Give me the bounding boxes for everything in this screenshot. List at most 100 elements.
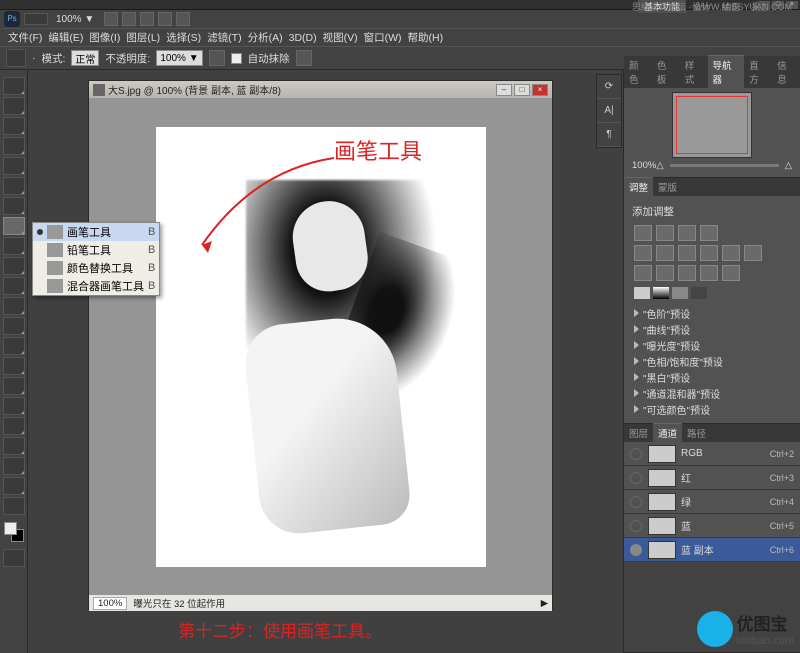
path-select-tool[interactable]: [3, 397, 25, 415]
menu-layer[interactable]: 图层(L): [124, 30, 162, 45]
tab-mask[interactable]: 蒙版: [653, 178, 682, 196]
flyout-item-pencil[interactable]: 铅笔工具 B: [33, 241, 159, 259]
doc-close-icon[interactable]: ×: [532, 84, 548, 96]
document-titlebar[interactable]: 大S.jpg @ 100% (背景 副本, 蓝 副本/8) – □ ×: [89, 81, 552, 98]
nav-zoom-slider[interactable]: [670, 164, 779, 167]
history-panel-icon[interactable]: ⟳: [597, 75, 621, 99]
zoom-icon[interactable]: [122, 12, 136, 26]
pressure-opacity-icon[interactable]: [209, 50, 225, 66]
app-logo-icon[interactable]: Ps: [4, 11, 20, 27]
adj-vibrance-icon[interactable]: [634, 245, 652, 261]
flyout-item-brush[interactable]: 画笔工具 B: [33, 223, 159, 241]
adj-selective-icon[interactable]: [722, 265, 740, 281]
adj-mixer-icon[interactable]: [744, 245, 762, 261]
flyout-item-color-replace[interactable]: 颜色替换工具 B: [33, 259, 159, 277]
autoerase-checkbox[interactable]: [231, 53, 242, 64]
wand-tool[interactable]: [3, 137, 25, 155]
pen-tool[interactable]: [3, 357, 25, 375]
opacity-dropdown[interactable]: 100% ▼: [156, 50, 202, 66]
tab-layers[interactable]: 图层: [624, 424, 653, 442]
visibility-icon[interactable]: [630, 520, 642, 532]
marquee-tool[interactable]: [3, 97, 25, 115]
adj-hue-icon[interactable]: [656, 245, 674, 261]
tab-swatch[interactable]: 色板: [652, 56, 680, 88]
nav-zoom-value[interactable]: 100%: [632, 160, 656, 171]
adj-brightness-icon[interactable]: [634, 225, 652, 241]
tab-style[interactable]: 样式: [680, 56, 708, 88]
gradient-tool[interactable]: [3, 297, 25, 315]
navigator-thumbnail[interactable]: [672, 92, 752, 158]
preset-selective[interactable]: "可选颜色"预设: [628, 401, 796, 417]
visibility-icon[interactable]: [630, 496, 642, 508]
adj-bw-icon[interactable]: [700, 245, 718, 261]
channel-row[interactable]: 蓝 Ctrl+5: [624, 514, 800, 538]
tab-info[interactable]: 信息: [772, 56, 800, 88]
preset-levels[interactable]: "色阶"预设: [628, 305, 796, 321]
menu-analysis[interactable]: 分析(A): [246, 30, 285, 45]
pressure-size-icon[interactable]: [296, 50, 312, 66]
stamp-tool[interactable]: [3, 237, 25, 255]
lasso-tool[interactable]: [3, 117, 25, 135]
tab-navigator[interactable]: 导航器: [708, 55, 745, 88]
hand-icon[interactable]: [104, 12, 118, 26]
rotate-icon[interactable]: [140, 12, 154, 26]
adj-balance-icon[interactable]: [678, 245, 696, 261]
move-tool[interactable]: [3, 77, 25, 95]
3d-tool[interactable]: [3, 437, 25, 455]
menu-window[interactable]: 窗口(W): [362, 30, 404, 45]
character-panel-icon[interactable]: A|: [597, 99, 621, 123]
menu-select[interactable]: 选择(S): [164, 30, 203, 45]
doc-minimize-icon[interactable]: –: [496, 84, 512, 96]
mode-dropdown[interactable]: 正常: [71, 50, 99, 66]
grad-preset-icon[interactable]: [653, 287, 669, 299]
menu-edit[interactable]: 编辑(E): [46, 30, 85, 45]
tab-histogram[interactable]: 直方: [744, 56, 772, 88]
adj-gradient-icon[interactable]: [700, 265, 718, 281]
channel-row[interactable]: 绿 Ctrl+4: [624, 490, 800, 514]
adj-levels-icon[interactable]: [656, 225, 674, 241]
doc-maximize-icon[interactable]: □: [514, 84, 530, 96]
healing-tool[interactable]: [3, 197, 25, 215]
paragraph-panel-icon[interactable]: ¶: [597, 123, 621, 147]
zoom-tool[interactable]: [3, 497, 25, 515]
status-zoom[interactable]: 100%: [93, 597, 127, 610]
zoom-level[interactable]: 100% ▼: [56, 14, 94, 25]
channel-row[interactable]: RGB Ctrl+2: [624, 442, 800, 466]
adj-curves-icon[interactable]: [678, 225, 696, 241]
preset-curves[interactable]: "曲线"预设: [628, 321, 796, 337]
zoom-out-icon[interactable]: △: [656, 160, 663, 171]
menu-3d[interactable]: 3D(D): [287, 32, 319, 44]
preset-hue[interactable]: "色相/饱和度"预设: [628, 353, 796, 369]
menu-file[interactable]: 文件(F): [6, 30, 44, 45]
menu-image[interactable]: 图像(I): [87, 30, 122, 45]
adj-invert-icon[interactable]: [634, 265, 652, 281]
blur-tool[interactable]: [3, 317, 25, 335]
adj-exposure-icon[interactable]: [700, 225, 718, 241]
adj-threshold-icon[interactable]: [678, 265, 696, 281]
flyout-item-mixer-brush[interactable]: 混合器画笔工具 B: [33, 277, 159, 295]
dark-preset-icon[interactable]: [691, 287, 707, 299]
adj-photo-icon[interactable]: [722, 245, 740, 261]
brush-tool[interactable]: [3, 217, 25, 235]
eraser-tool[interactable]: [3, 277, 25, 295]
history-brush-tool[interactable]: [3, 257, 25, 275]
preset-bw[interactable]: "黑白"预设: [628, 369, 796, 385]
tab-paths[interactable]: 路径: [682, 424, 711, 442]
menu-filter[interactable]: 滤镜(T): [205, 30, 243, 45]
3d-camera-tool[interactable]: [3, 457, 25, 475]
visibility-icon[interactable]: [630, 448, 642, 460]
foreground-swatch[interactable]: [4, 522, 17, 535]
dodge-tool[interactable]: [3, 337, 25, 355]
crop-tool[interactable]: [3, 157, 25, 175]
hand-tool[interactable]: [3, 477, 25, 495]
arrange-icon[interactable]: [158, 12, 172, 26]
eyedropper-tool[interactable]: [3, 177, 25, 195]
current-tool-icon[interactable]: [6, 49, 26, 67]
channel-row[interactable]: 蓝 副本 Ctrl+6: [624, 538, 800, 562]
tab-channels[interactable]: 通道: [653, 423, 682, 442]
adj-poster-icon[interactable]: [656, 265, 674, 281]
preset-mixer[interactable]: "通道混和器"预设: [628, 385, 796, 401]
visibility-icon[interactable]: [630, 544, 642, 556]
canvas-area[interactable]: 画笔工具: [89, 98, 552, 595]
quickmask-tool[interactable]: [3, 549, 25, 567]
